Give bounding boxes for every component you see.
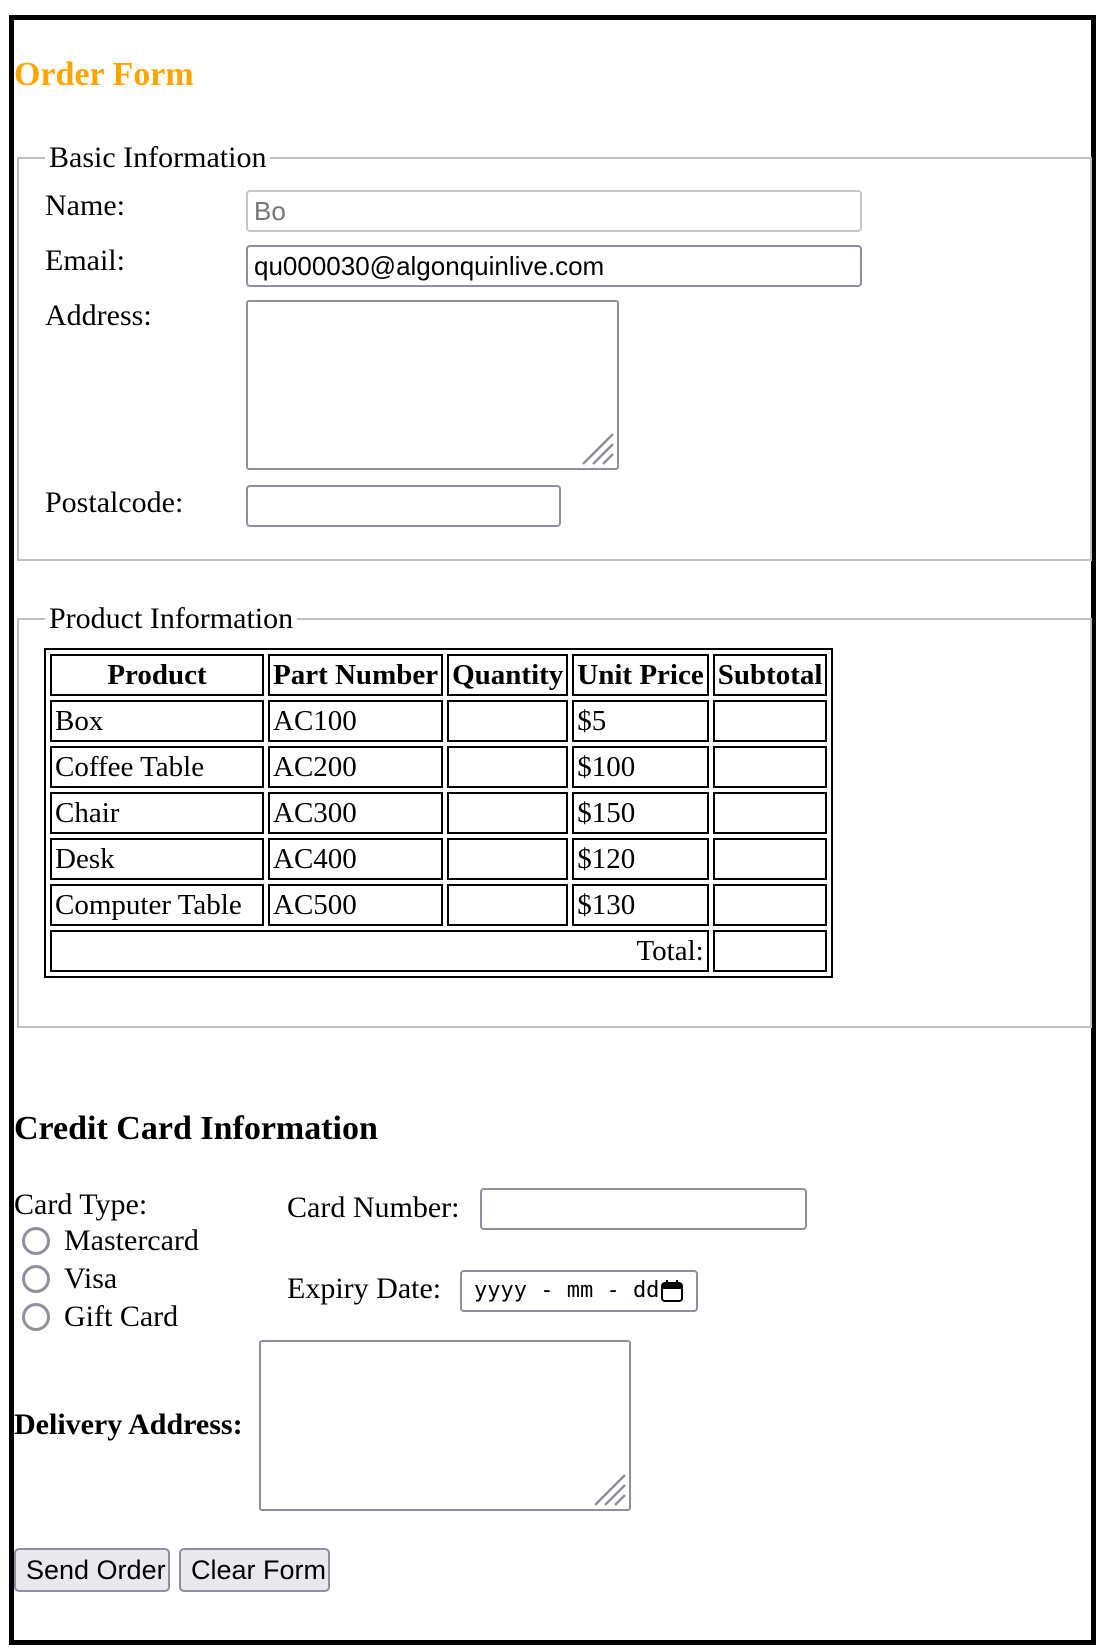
column-header-unit-price: Unit Price — [572, 654, 709, 696]
expiry-date-placeholder: yyyy - mm - dd — [474, 1278, 660, 1303]
card-type-label: Card Type: — [14, 1188, 148, 1221]
column-header-product: Product — [50, 654, 264, 696]
part-number-cell: AC500 — [268, 884, 444, 926]
delivery-address-textarea[interactable] — [259, 1340, 631, 1511]
product-name-cell: Computer Table — [50, 884, 264, 926]
radio-option-gift-card[interactable]: Gift Card — [22, 1300, 178, 1334]
address-label: Address: — [45, 299, 152, 332]
gift-card-label: Gift Card — [64, 1300, 179, 1333]
column-header-part-number: Part Number — [268, 654, 444, 696]
visa-label: Visa — [64, 1262, 118, 1295]
subtotal-cell — [712, 746, 828, 788]
unit-price-cell: $130 — [572, 884, 709, 926]
unit-price-cell: $150 — [572, 792, 709, 834]
unit-price-cell: $120 — [572, 838, 709, 880]
table-row: Desk AC400 $120 — [50, 838, 828, 880]
quantity-cell[interactable] — [447, 746, 569, 788]
postalcode-field[interactable] — [246, 485, 561, 527]
product-name-cell: Chair — [50, 792, 264, 834]
radio-option-visa[interactable]: Visa — [22, 1262, 117, 1296]
table-row: Computer Table AC500 $130 — [50, 884, 828, 926]
card-number-field[interactable] — [480, 1188, 807, 1230]
name-field[interactable]: Bo — [246, 190, 862, 232]
delivery-address-label: Delivery Address: — [14, 1408, 243, 1441]
quantity-cell[interactable] — [447, 700, 569, 742]
subtotal-cell — [712, 884, 828, 926]
expiry-date-label: Expiry Date: — [287, 1272, 442, 1305]
mastercard-label: Mastercard — [64, 1224, 199, 1257]
table-row: Box AC100 $5 — [50, 700, 828, 742]
quantity-cell[interactable] — [447, 838, 569, 880]
part-number-cell: AC100 — [268, 700, 444, 742]
subtotal-cell — [712, 700, 828, 742]
total-label: Total: — [50, 930, 709, 972]
postalcode-label: Postalcode: — [45, 486, 184, 519]
total-cell — [712, 930, 828, 972]
gift-card-radio[interactable] — [22, 1303, 50, 1331]
subtotal-cell — [712, 838, 828, 880]
column-header-subtotal: Subtotal — [712, 654, 828, 696]
unit-price-cell: $5 — [572, 700, 709, 742]
table-row: Coffee Table AC200 $100 — [50, 746, 828, 788]
visa-radio[interactable] — [22, 1265, 50, 1293]
calendar-icon[interactable] — [660, 1279, 684, 1303]
expiry-date-field[interactable]: yyyy - mm - dd — [460, 1270, 698, 1312]
product-name-cell: Desk — [50, 838, 264, 880]
product-name-cell: Box — [50, 700, 264, 742]
product-information-legend: Product Information — [45, 602, 298, 636]
radio-option-mastercard[interactable]: Mastercard — [22, 1224, 199, 1258]
product-name-cell: Coffee Table — [50, 746, 264, 788]
resize-grip-icon[interactable] — [591, 1471, 627, 1507]
column-header-quantity: Quantity — [447, 654, 569, 696]
table-header-row: Product Part Number Quantity Unit Price … — [50, 654, 828, 696]
part-number-cell: AC300 — [268, 792, 444, 834]
product-table: Product Part Number Quantity Unit Price … — [44, 648, 834, 978]
clear-form-button[interactable]: Clear Form — [179, 1548, 330, 1592]
part-number-cell: AC400 — [268, 838, 444, 880]
quantity-cell[interactable] — [447, 792, 569, 834]
name-label: Name: — [45, 189, 125, 222]
resize-grip-icon[interactable] — [579, 430, 615, 466]
credit-card-heading: Credit Card Information — [14, 1110, 378, 1147]
page-title: Order Form — [14, 56, 194, 93]
total-row: Total: — [50, 930, 828, 972]
quantity-cell[interactable] — [447, 884, 569, 926]
unit-price-cell: $100 — [572, 746, 709, 788]
part-number-cell: AC200 — [268, 746, 444, 788]
mastercard-radio[interactable] — [22, 1227, 50, 1255]
address-textarea[interactable] — [246, 300, 619, 470]
card-number-label: Card Number: — [287, 1191, 460, 1224]
email-field[interactable]: qu000030@algonquinlive.com — [246, 245, 862, 287]
basic-information-fieldset: Basic Information Name: Bo Email: qu0000… — [17, 141, 1092, 561]
table-row: Chair AC300 $150 — [50, 792, 828, 834]
subtotal-cell — [712, 792, 828, 834]
send-order-button[interactable]: Send Order — [14, 1548, 170, 1592]
email-label: Email: — [45, 244, 125, 277]
basic-information-legend: Basic Information — [45, 141, 271, 175]
